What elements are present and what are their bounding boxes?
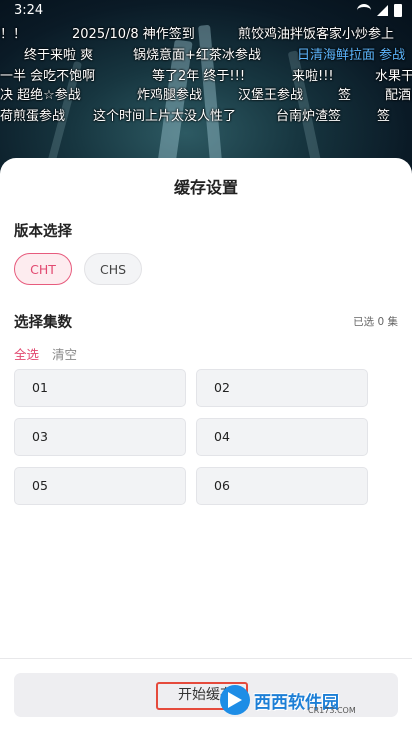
danmaku-comment: 决 超绝☆参战: [0, 88, 81, 103]
watermark-logo-icon: [220, 685, 250, 715]
danmaku-comment: 日清海鲜拉面 参战: [297, 48, 406, 63]
danmaku-comment: 配酒: [385, 88, 412, 103]
danmaku-comment: 一半 会吃不饱啊: [0, 69, 96, 84]
danmaku-comment: 签: [377, 109, 391, 124]
danmaku-comment: 锅烧意面+红茶冰参战: [133, 48, 261, 63]
selected-count: 已选 0 集: [353, 316, 398, 328]
episode-item-01[interactable]: 01: [14, 369, 186, 407]
cache-settings-sheet: 缓存设置 版本选择 CHT CHS 选择集数 已选 0 集 全选 清空 01 0…: [0, 158, 412, 732]
episodes-section-title: 选择集数: [14, 315, 72, 331]
danmaku-comment: 来啦!!!: [292, 69, 334, 84]
version-option-cht[interactable]: CHT: [14, 253, 72, 285]
version-option-chs[interactable]: CHS: [84, 253, 142, 285]
danmaku-comment: 这个时间上片太没人性了: [93, 109, 237, 124]
danmaku-comment: 终于来啦 爽: [24, 48, 94, 63]
danmaku-comment: 等了2年 终于!!!: [152, 69, 246, 84]
episode-item-03[interactable]: 03: [14, 418, 186, 456]
danmaku-comment: 签: [338, 88, 352, 103]
danmaku-comment: 汉堡王参战: [238, 88, 304, 103]
episode-item-05[interactable]: 05: [14, 467, 186, 505]
select-all-button[interactable]: 全选: [14, 344, 39, 363]
battery-icon: [394, 4, 402, 17]
danmaku-comment: 炸鸡腿参战: [137, 88, 203, 103]
watermark-url: CR173.COM: [308, 706, 356, 715]
danmaku-comment: 煎饺鸡油拌饭客家小炒参上: [238, 27, 395, 42]
episode-item-02[interactable]: 02: [196, 369, 368, 407]
episode-item-04[interactable]: 04: [196, 418, 368, 456]
sheet-title: 缓存设置: [173, 178, 238, 197]
signal-icon: [377, 5, 388, 16]
clear-button[interactable]: 清空: [52, 344, 77, 363]
danmaku-comment: 荷煎蛋参战: [0, 109, 66, 124]
danmaku-comment: ！！: [0, 27, 27, 42]
danmaku-comment: 2025/10/8 神作签到: [72, 27, 195, 42]
footer-divider: [0, 658, 412, 659]
wifi-icon: [357, 4, 371, 17]
episode-item-06[interactable]: 06: [196, 467, 368, 505]
status-bar: 3:24: [0, 0, 412, 22]
danmaku-comment: 台南炉渣签: [276, 109, 342, 124]
watermark: 西西软件园 CR173.COM: [220, 684, 392, 716]
danmaku-comment: 水果干: [375, 69, 412, 84]
version-section-title: 版本选择: [14, 224, 72, 240]
status-time: 3:24: [14, 3, 44, 18]
